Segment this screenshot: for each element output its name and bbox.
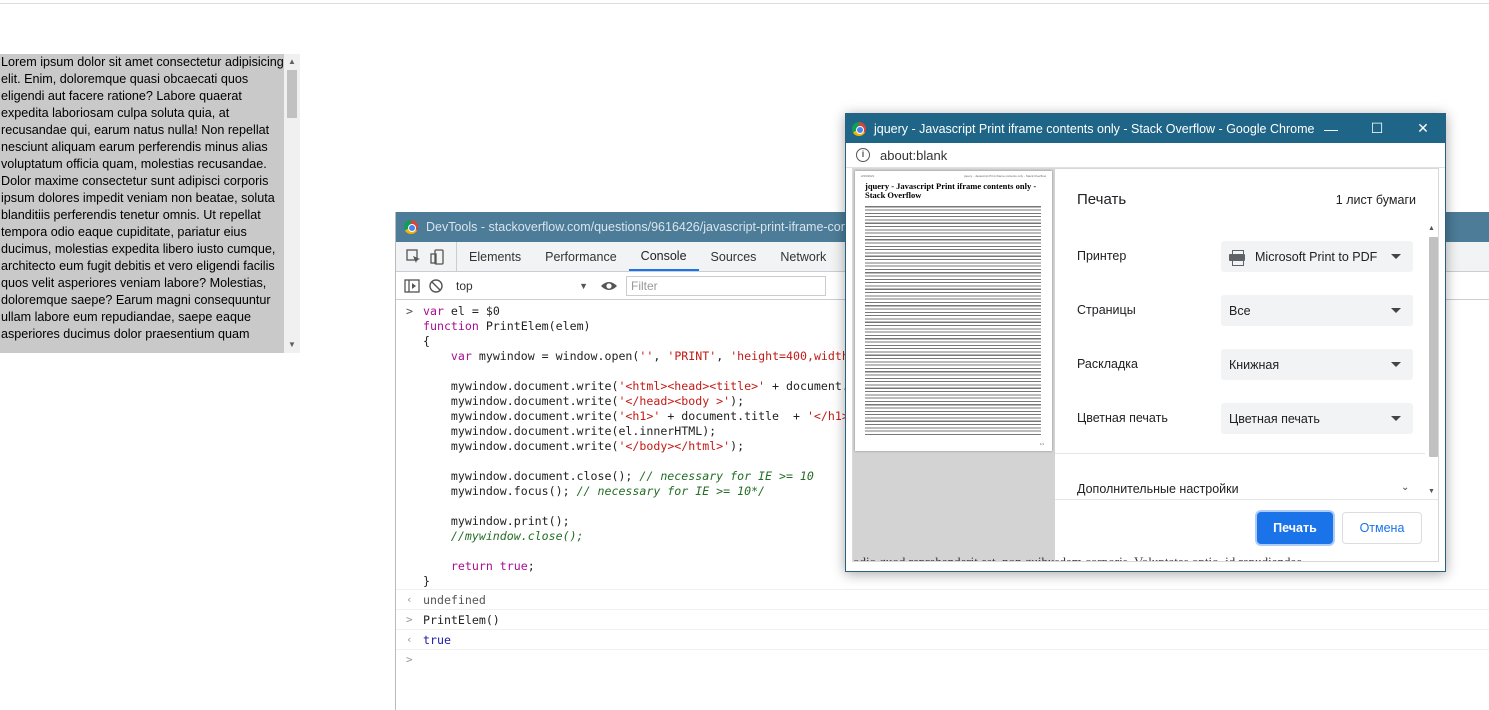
context-selector[interactable]: top ▼ [452, 276, 592, 296]
cancel-button[interactable]: Отмена [1342, 512, 1422, 544]
device-toolbar-icon[interactable] [430, 248, 446, 265]
scroll-up-arrow-icon[interactable]: ▲ [1428, 225, 1435, 232]
popup-titlebar[interactable]: jquery - Javascript Print iframe content… [846, 114, 1445, 143]
divider [1055, 453, 1425, 454]
divider [1055, 499, 1438, 500]
page-top-border [0, 3, 1489, 4]
chrome-logo-icon [404, 220, 418, 234]
preview-heading: jquery - Javascript Print iframe content… [865, 181, 1037, 200]
dropdown-arrow-icon [1391, 254, 1401, 259]
print-dialog: 2/23/2021 jquery - Javascript Print ifram… [852, 168, 1439, 562]
show-sidebar-icon[interactable] [404, 278, 420, 294]
lorem-scrollbar[interactable]: ▲ ▼ [284, 54, 300, 353]
console-filter-input[interactable]: Filter [626, 275, 826, 296]
result-arrow-icon: ‹ [406, 593, 413, 606]
scroll-up-arrow-icon[interactable]: ▲ [284, 54, 300, 70]
chevron-down-icon: ▼ [579, 280, 588, 291]
preview-header-title: jquery - Javascript Print iframe content… [964, 174, 1046, 178]
color-select[interactable]: Цветная печать [1221, 403, 1413, 434]
layout-select[interactable]: Книжная [1221, 349, 1413, 380]
tab-network[interactable]: Network [768, 242, 838, 271]
info-icon[interactable]: i [856, 148, 870, 162]
layout-label: Раскладка [1077, 357, 1138, 371]
input-prompt-icon: > [406, 613, 413, 626]
printer-label: Принтер [1077, 249, 1127, 263]
dropdown-arrow-icon [1391, 362, 1401, 367]
more-settings-toggle[interactable]: Дополнительные настройки [1077, 482, 1239, 496]
dropdown-arrow-icon [1391, 308, 1401, 313]
maximize-icon[interactable]: ☐ [1354, 114, 1400, 143]
prompt-caret-icon: > [406, 653, 413, 666]
scroll-thumb[interactable] [287, 70, 297, 118]
address-bar: i about:blank [846, 143, 1445, 168]
lorem-text: Lorem ipsum dolor sit amet consectetur a… [1, 55, 284, 341]
live-expression-eye-icon[interactable] [600, 278, 618, 294]
lorem-scroll-box[interactable]: Lorem ipsum dolor sit amet consectetur a… [0, 54, 300, 353]
dropdown-arrow-icon [1391, 416, 1401, 421]
chrome-logo-icon [852, 121, 866, 136]
preview-body-text [865, 205, 1041, 435]
scroll-thumb[interactable] [1429, 237, 1438, 457]
devtools-title: DevTools - stackoverflow.com/questions/9… [426, 220, 902, 234]
color-label: Цветная печать [1077, 411, 1168, 425]
preview-header-date: 2/23/2021 [861, 174, 875, 178]
minimize-icon[interactable]: — [1308, 114, 1354, 143]
background-page-text: odio quod reprehenderit est, non quibusd… [853, 551, 1393, 561]
result-arrow-icon: ‹ [406, 633, 413, 646]
preview-page-number: 1/1 [1039, 442, 1044, 446]
print-heading: Печать [1077, 191, 1127, 208]
tab-console[interactable]: Console [628, 242, 699, 271]
console-command-line: > PrintElem() [396, 609, 1489, 629]
pages-select[interactable]: Все [1221, 295, 1413, 326]
print-settings-panel: Печать 1 лист бумаги Принтер Microsoft P… [1055, 169, 1438, 561]
close-icon[interactable]: ✕ [1400, 114, 1445, 143]
scroll-down-arrow-icon[interactable]: ▼ [284, 337, 300, 353]
preview-page: 2/23/2021 jquery - Javascript Print ifram… [855, 171, 1052, 451]
tab-performance[interactable]: Performance [533, 242, 629, 271]
tab-elements[interactable]: Elements [457, 242, 533, 271]
sheet-count: 1 лист бумаги [1335, 193, 1416, 207]
pages-label: Страницы [1077, 303, 1136, 317]
inspect-element-icon[interactable] [406, 248, 422, 265]
print-button[interactable]: Печать [1257, 512, 1333, 544]
print-preview: 2/23/2021 jquery - Javascript Print ifram… [853, 169, 1055, 561]
console-result-line: ‹ undefined [396, 589, 1489, 609]
console-prompt[interactable]: > [396, 649, 1489, 669]
print-popup-window: jquery - Javascript Print iframe content… [845, 113, 1446, 572]
scroll-down-arrow-icon[interactable]: ▼ [1428, 488, 1435, 495]
input-prompt-icon: > [406, 304, 413, 318]
context-value: top [456, 278, 473, 293]
console-result-line: ‹ true [396, 629, 1489, 649]
chevron-down-icon[interactable]: ⌄ [1401, 482, 1409, 493]
address-url: about:blank [880, 147, 948, 163]
popup-title: jquery - Javascript Print iframe content… [874, 121, 1315, 136]
settings-scrollbar[interactable]: ▲ ▼ [1426, 225, 1438, 495]
tab-sources[interactable]: Sources [699, 242, 769, 271]
clear-console-icon[interactable] [428, 278, 444, 294]
printer-icon [1229, 249, 1245, 266]
printer-select[interactable]: Microsoft Print to PDF [1221, 241, 1413, 272]
